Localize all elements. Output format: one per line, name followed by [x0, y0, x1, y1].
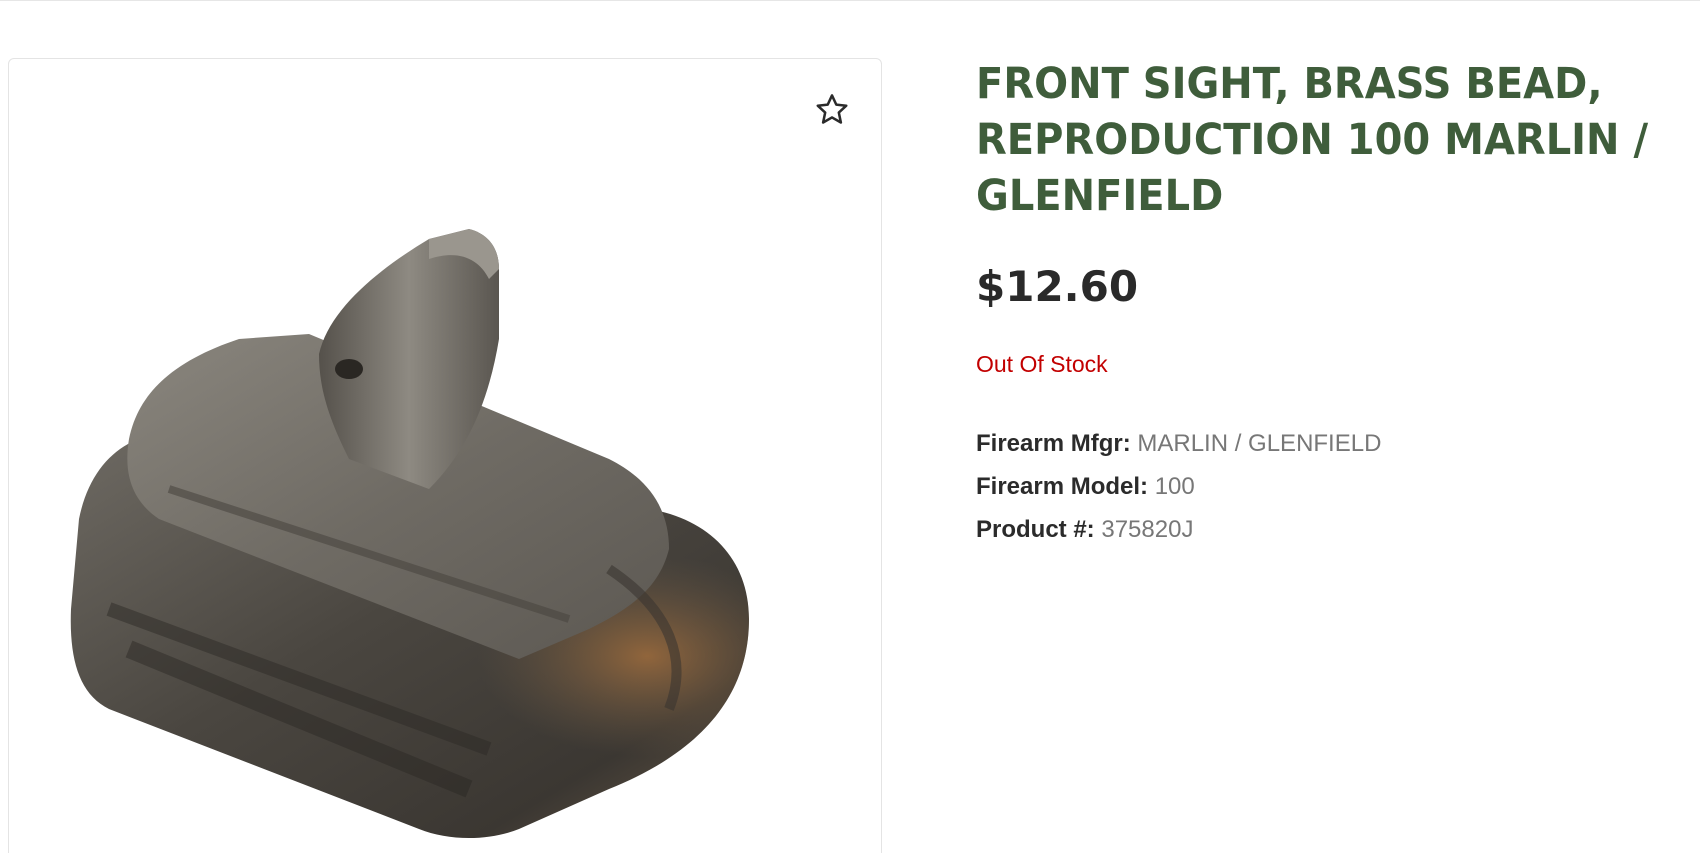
spec-firearm-model: Firearm Model: 100 — [976, 465, 1696, 508]
stock-status: Out Of Stock — [976, 351, 1108, 377]
spec-label: Product #: — [976, 516, 1095, 543]
product-page: FRONT SIGHT, BRASS BEAD, REPRODUCTION 10… — [0, 0, 1700, 853]
spec-firearm-mfgr: Firearm Mfgr: MARLIN / GLENFIELD — [976, 422, 1696, 465]
product-details: FRONT SIGHT, BRASS BEAD, REPRODUCTION 10… — [976, 56, 1696, 551]
spec-value: MARLIN / GLENFIELD — [1137, 430, 1382, 457]
spec-value: 100 — [1154, 473, 1195, 500]
product-specs: Firearm Mfgr: MARLIN / GLENFIELD Firearm… — [976, 422, 1696, 551]
spec-label: Firearm Mfgr: — [976, 430, 1131, 457]
product-price: $12.60 — [976, 262, 1139, 311]
product-image-card — [8, 58, 882, 853]
spec-value: 375820J — [1101, 516, 1194, 543]
wishlist-button[interactable] — [809, 87, 855, 133]
spec-label: Firearm Model: — [976, 473, 1149, 500]
star-outline-icon — [816, 94, 848, 124]
product-image — [70, 229, 749, 838]
product-title: FRONT SIGHT, BRASS BEAD, REPRODUCTION 10… — [976, 59, 1649, 221]
spec-product-number: Product #: 375820J — [976, 508, 1696, 551]
